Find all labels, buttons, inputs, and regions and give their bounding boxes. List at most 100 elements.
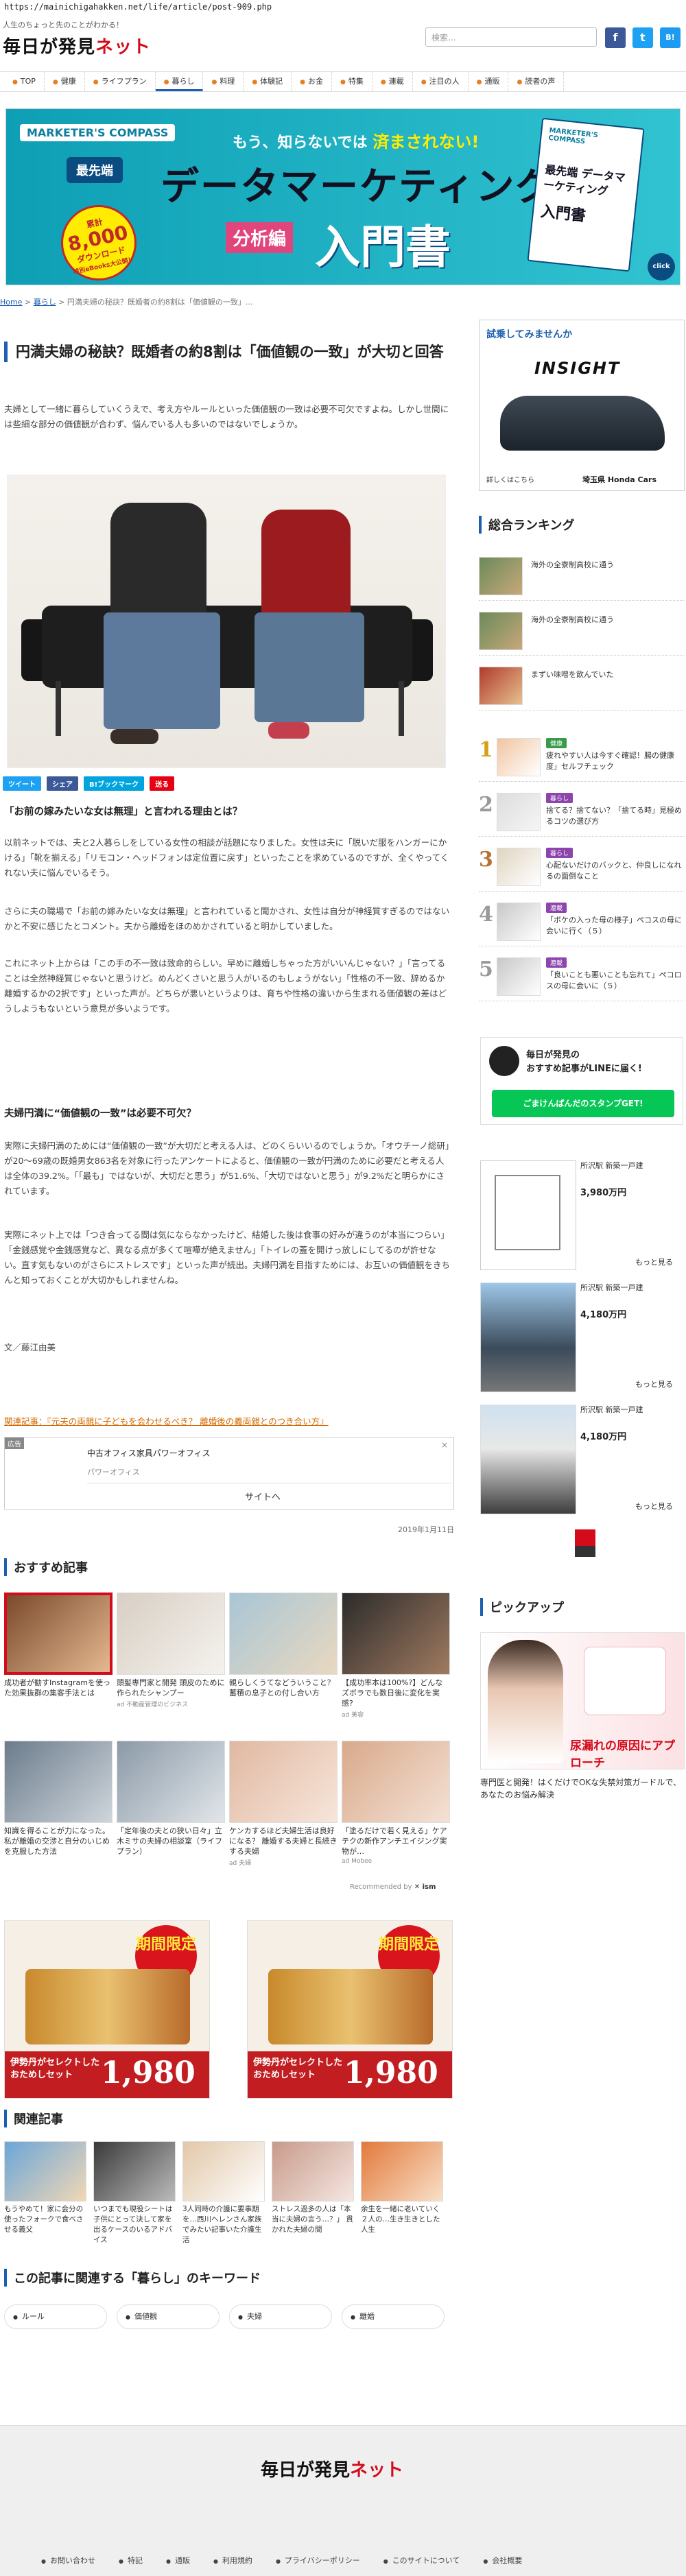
nav-item-experience[interactable]: ● 体験記	[244, 72, 292, 91]
car-ad[interactable]: 試乗してみませんか INSIGHT 詳しくはこちら 埼玉県 Honda Cars	[479, 320, 685, 491]
realestate-item[interactable]: 所沢駅 新築一戸建 4,180万円 もっと見る	[480, 1283, 683, 1402]
ad-label: 広告	[5, 1438, 24, 1449]
woman-shoe	[268, 722, 309, 739]
article-title: 円満夫婦の秘訣？既婚者の約8割は「価値観の一致」が大切と回答	[4, 342, 451, 362]
ranking-item[interactable]: まずい味噌を飲んでいた	[479, 663, 685, 711]
breadcrumb-current: 円満夫婦の秘訣？既婚者の約8割は「価値観の一致」...	[67, 298, 253, 307]
nav-item-special[interactable]: ● 特集	[332, 72, 372, 91]
nav-label: 連載	[388, 77, 404, 86]
facebook-icon[interactable]: f	[605, 27, 626, 48]
recommend-source: ad 美容	[342, 1712, 364, 1719]
hatena-bookmark-button[interactable]: B!ブックマーク	[84, 776, 145, 791]
related-card[interactable]: もうやめて！家に会分の使ったフォークで食べさせる義父	[4, 2141, 86, 2235]
nav-item-top[interactable]: ● TOP	[4, 72, 45, 91]
related-card[interactable]: ストレス過多の人は「本当に夫婦の言う…？」 貫かれた夫婦の間	[272, 2141, 354, 2235]
realestate-more-link[interactable]: もっと見る	[635, 1256, 673, 1267]
ranking-item[interactable]: 海外の全寮制高校に通う	[479, 608, 685, 656]
footer-link-label: お問い合わせ	[49, 2556, 95, 2565]
footer-link[interactable]: ● 会社概要	[483, 2555, 522, 2566]
footer-link[interactable]: ● 利用規約	[213, 2555, 252, 2566]
ranking-number: 4	[479, 903, 493, 927]
promo-price: 1,980円	[344, 2055, 438, 2090]
recommend-thumb	[117, 1593, 225, 1675]
related-card[interactable]: 3人同時の介護に要事期を…西川ヘレンさん家族でみたい記事いた介護生活	[182, 2141, 265, 2245]
footer-logo-main: 毎日が発見	[261, 2460, 351, 2481]
nav-item-people[interactable]: ● 注目の人	[413, 72, 469, 91]
text-ad[interactable]: 広告 × 中古オフィス家具パワーオフィス パワーオフィス サイトへ	[4, 1437, 454, 1510]
recommend-card[interactable]: 知識を得ることが力になった。私が離婚の交渉と自分のいじめを克服した方法	[4, 1741, 113, 1857]
hatena-bookmark-icon[interactable]: B!	[660, 27, 681, 48]
footer-link[interactable]: ● プライバシーポリシー	[276, 2555, 360, 2566]
realestate-item[interactable]: 所沢駅 新築一戸建 4,180万円 もっと見る	[480, 1405, 683, 1524]
recommend-card[interactable]: 「定年後の夫との狭い日々」立木ミサの夫婦の相談室（ライフプラン）	[117, 1741, 225, 1857]
nav-item-money[interactable]: ● お金	[292, 72, 333, 91]
line-button[interactable]: ごまけんぱんだのスタンプGET!	[492, 1090, 674, 1117]
nav-item-shop[interactable]: ● 通販	[469, 72, 509, 91]
nav-item-voice[interactable]: ● 読者の声	[508, 72, 565, 91]
realestate-title: 所沢駅 新築一戸建	[580, 1405, 643, 1414]
recommend-card[interactable]: 親らしくうてなどういうこと？蓄積の息子との付し合い方	[229, 1593, 338, 1698]
realestate-more-link[interactable]: もっと見る	[635, 1501, 673, 1512]
banner-click-button[interactable]: click	[648, 253, 675, 281]
footer-link[interactable]: ● 特記	[119, 2555, 143, 2566]
banner-top-text: もう、知らないでは 済まされない!	[233, 128, 479, 152]
banner-sub1: 分析編	[226, 222, 294, 253]
realestate-more-link[interactable]: もっと見る	[635, 1379, 673, 1390]
footer-link[interactable]: ● お問い合わせ	[41, 2555, 95, 2566]
ad-title[interactable]: 中古オフィス家具パワーオフィス	[87, 1447, 211, 1459]
car-ad-more[interactable]: 詳しくはこちら	[486, 474, 534, 484]
footer-link[interactable]: ● 通販	[166, 2555, 190, 2566]
related-card[interactable]: 余生を一緒に老いていく２人の…生き生きとした人生	[361, 2141, 443, 2235]
banner-tag: 最先端	[67, 157, 123, 183]
article-photo	[7, 475, 446, 768]
ranking-item[interactable]: 5 連載 「良いことも悪いことも忘れて」ペコロスの母に会いに（５）	[479, 953, 685, 1001]
tweet-button[interactable]: ツイート	[3, 776, 41, 791]
ad-close-icon[interactable]: ×	[441, 1440, 448, 1450]
banner-ad[interactable]: MARKETER'S COMPASS 最先端 累計 8,000 ダウンロード 特…	[5, 108, 681, 285]
related-article-link[interactable]: 関連記事：『元夫の両親に子どもを会わせるべき？ 離婚後の義両親とのつき合い方』	[4, 1414, 329, 1427]
site-logo[interactable]: 毎日が発見ネット	[3, 33, 151, 58]
footer-link[interactable]: ● このサイトについて	[383, 2555, 460, 2566]
bullet-icon: ●	[126, 2314, 130, 2320]
recommend-card[interactable]: 【成功率本は100%?】どんなズボラでも数日後に変化を実感? ad 美容	[342, 1593, 450, 1719]
ranking-item[interactable]: 1 健康 疲れやすい人は今すぐ確認！腸の健康度」セルフチェック	[479, 734, 685, 782]
keyword-chip[interactable]: ● 離婚	[342, 2304, 445, 2329]
footer-logo[interactable]: 毎日が発見ネット	[261, 2456, 403, 2481]
facebook-share-button[interactable]: シェア	[47, 776, 78, 791]
keyword-chip[interactable]: ● ルール	[4, 2304, 107, 2329]
section-heading-1: 「お前の嫁みたいな女は無理」と言われる理由とは？	[4, 807, 243, 818]
nav-dot-icon: ●	[211, 79, 217, 86]
nav-item-series[interactable]: ● 連載	[372, 72, 413, 91]
breadcrumb-home[interactable]: Home	[0, 298, 22, 307]
ranking-item[interactable]: 4 連載 「ボケの入った母の様子」ペコスの母に会いに行く（５）	[479, 898, 685, 946]
related-card[interactable]: いつまでも現役シートは子供にとって決して家を出るケースのいるアドバイス	[93, 2141, 176, 2245]
keyword-chip[interactable]: ● 価値観	[117, 2304, 220, 2329]
pocket-button[interactable]: 送る	[150, 776, 175, 791]
nav-item-health[interactable]: ● 健康	[45, 72, 85, 91]
keyword-chip[interactable]: ● 夫婦	[229, 2304, 332, 2329]
nav-item-cooking[interactable]: ● 料理	[203, 72, 244, 91]
ranking-item[interactable]: 3 暮らし 心配ないだけのバックと、仲良しになれるの面倒なこと	[479, 844, 685, 892]
recommend-card[interactable]: 成功者が勧すInstagramを使った効果抜群の集客手法とは	[4, 1593, 113, 1698]
recommend-card[interactable]: 「塗るだけで若く見える」ケアテクの新作アンチエイジング実物が… ad Mobee	[342, 1741, 450, 1865]
address-bar[interactable]: https://mainichigahakken.net/life/articl…	[0, 0, 686, 14]
pickup-caption[interactable]: 専門医と開発！はくだけでOKな失禁対策ガードルで、あなたのお悩み解決	[480, 1776, 685, 1801]
twitter-icon[interactable]: t	[632, 27, 653, 48]
ranking-item[interactable]: 2 暮らし 捨てる？捨てない？「捨てる時」見極めるコツの選び方	[479, 789, 685, 837]
nav-item-kurashi[interactable]: ● 暮らし	[155, 72, 204, 91]
promo-ad[interactable]: 期間限定 伊勢丹がセレクトしたおためしセット 1,980円	[247, 1920, 453, 2099]
ranking-number: 3	[479, 848, 493, 872]
keyword-label: ルール	[21, 2312, 45, 2321]
recommend-card[interactable]: 頭髪専門家と開発 頭皮のために作られたシャンプー ad 不動産管理のビジネス	[117, 1593, 225, 1708]
ranking-item[interactable]: 海外の全寮制高校に通う	[479, 553, 685, 601]
realestate-item[interactable]: 所沢駅 新築一戸建 3,980万円 もっと見る	[480, 1160, 683, 1280]
footer-logo-net: ネット	[350, 2460, 404, 2481]
search-input[interactable]: 検索...	[425, 27, 597, 47]
nav-item-lifeplan[interactable]: ● ライフプラン	[85, 72, 156, 91]
ad-cta[interactable]: サイトへ	[245, 1490, 281, 1503]
recommend-card[interactable]: ケンカするほど夫婦生活は良好になる？ 離婚する夫婦と長続きする夫婦 ad 夫婦	[229, 1741, 338, 1867]
nav-label: 読者の声	[525, 77, 556, 86]
promo-ad[interactable]: 期間限定 伊勢丹がセレクトしたおためしセット 1,980円	[4, 1920, 210, 2099]
pickup-image[interactable]: 尿漏れの原因にアプローチ	[480, 1632, 685, 1769]
breadcrumb-category[interactable]: 暮らし	[34, 298, 56, 307]
